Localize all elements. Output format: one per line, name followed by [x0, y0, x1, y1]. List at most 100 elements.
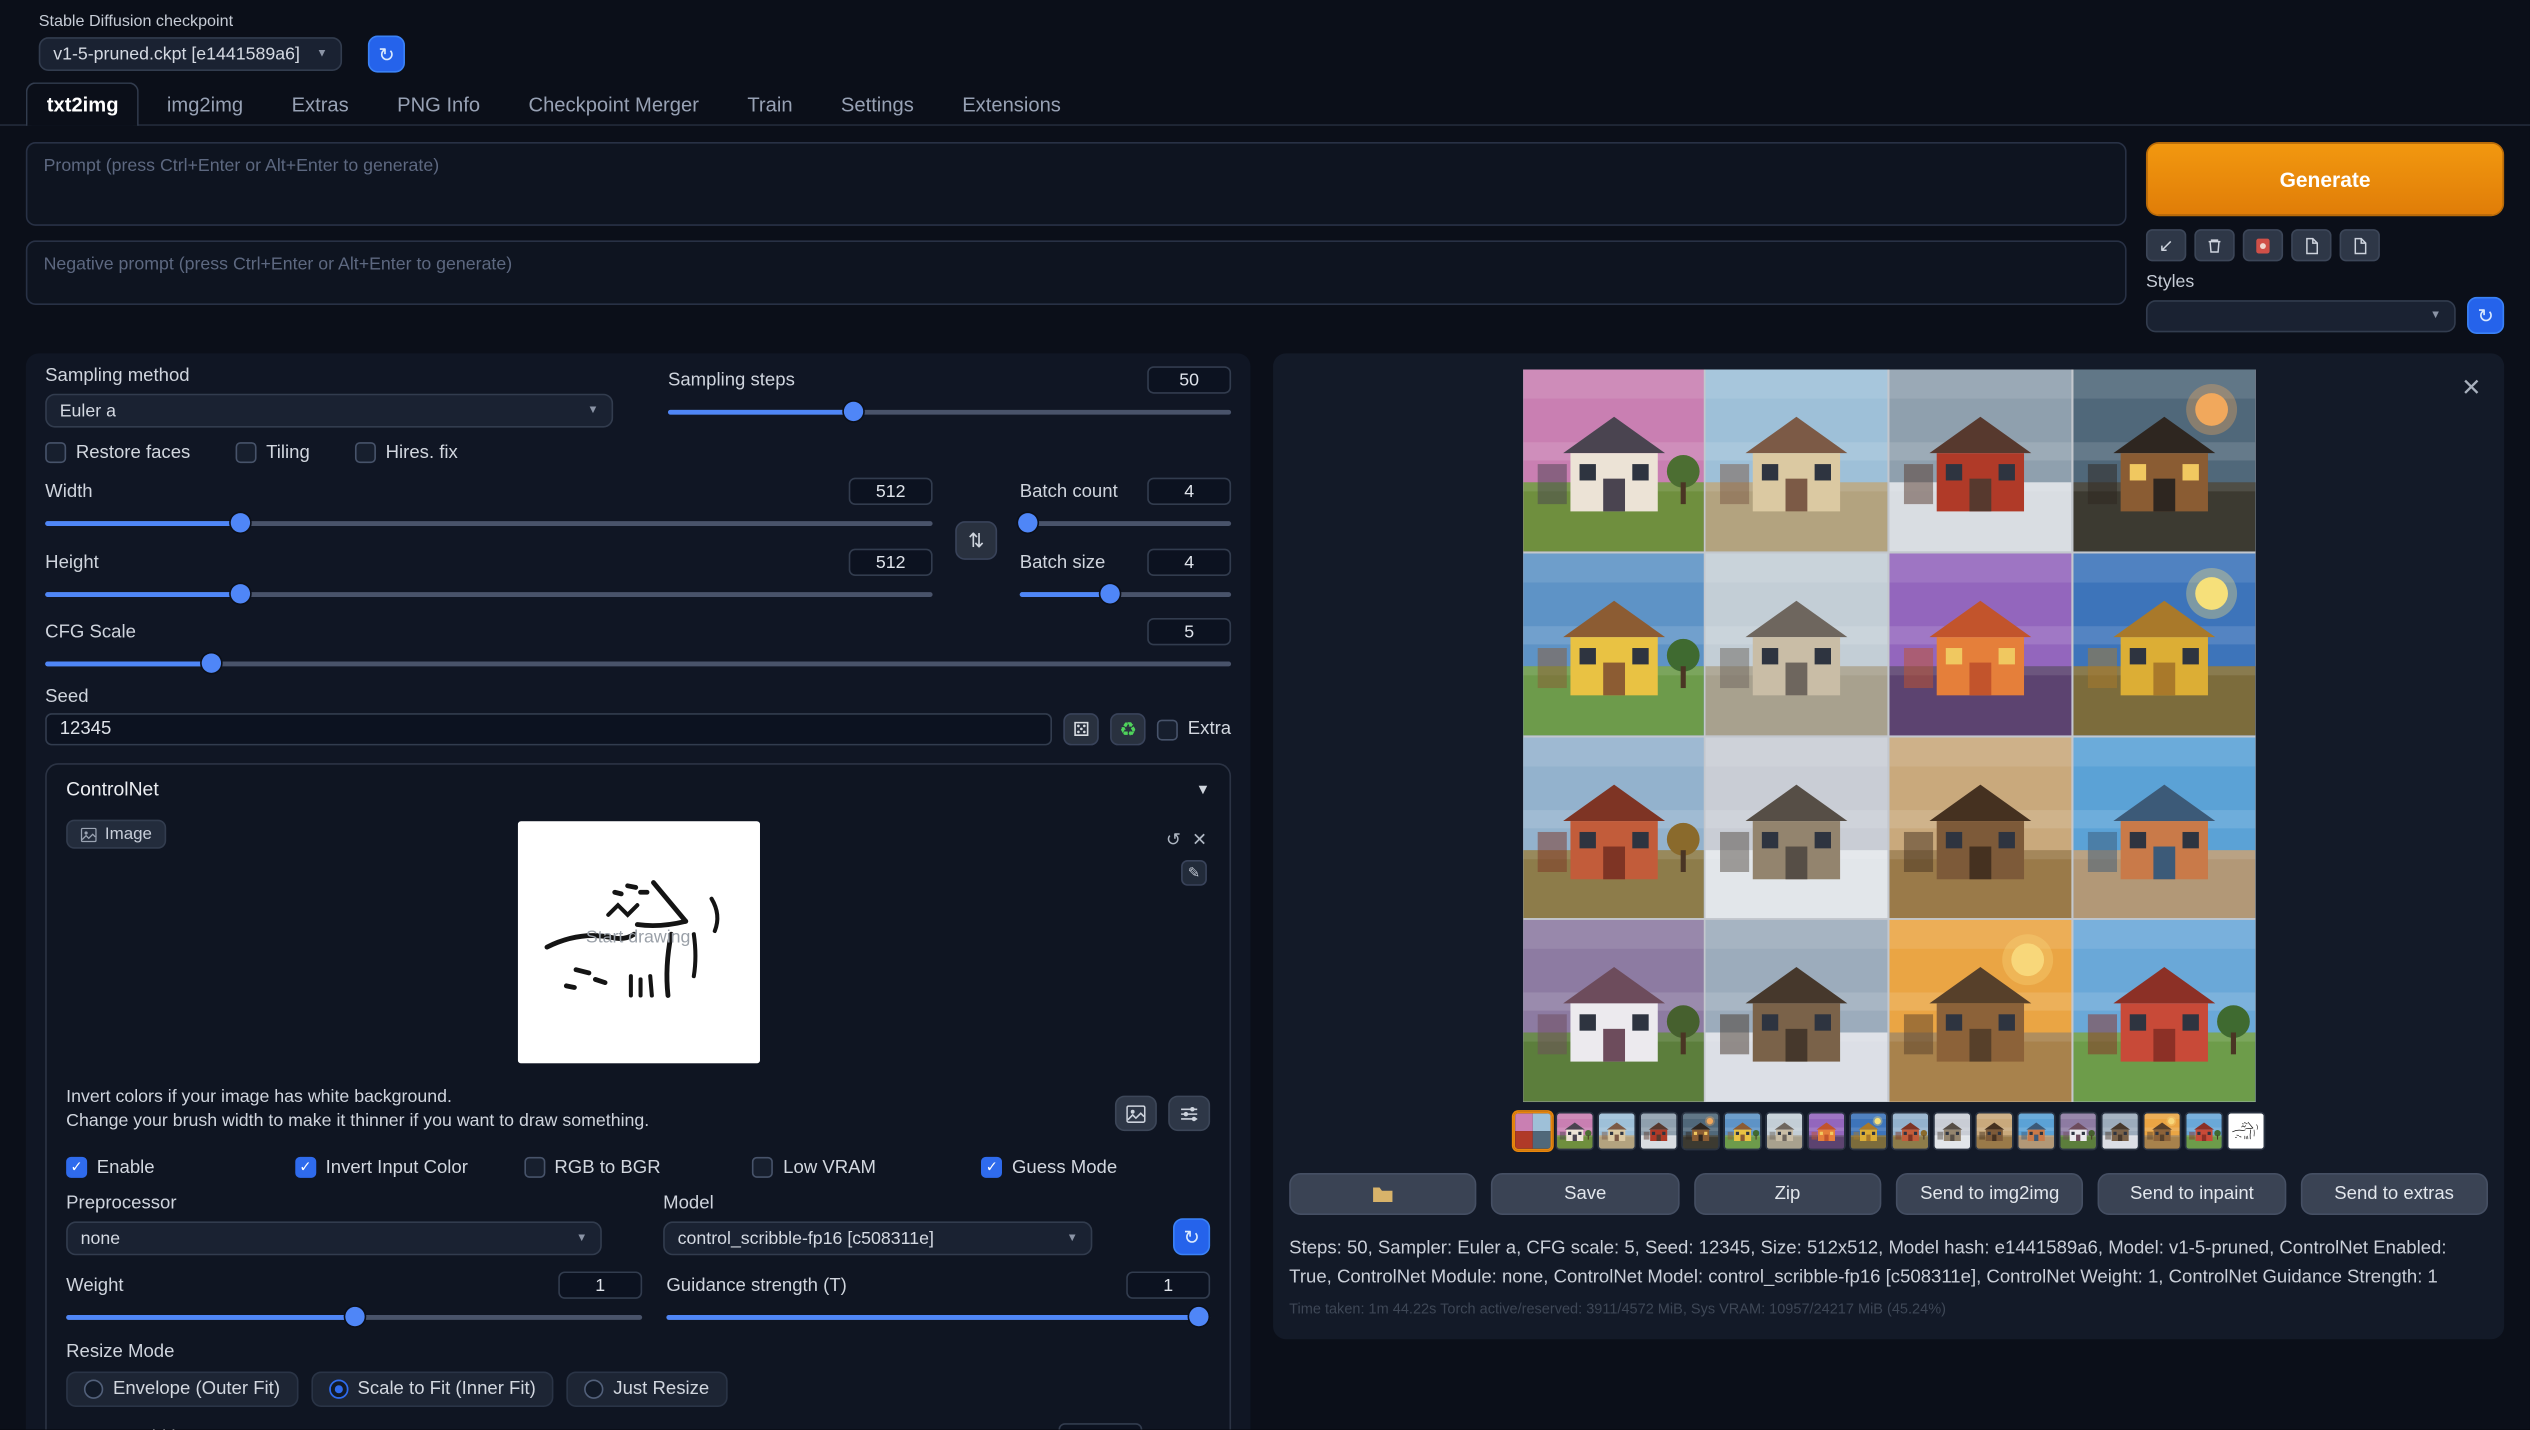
- save-button[interactable]: Save: [1491, 1173, 1679, 1215]
- width-slider[interactable]: [45, 513, 932, 532]
- open-folder-button[interactable]: [1289, 1173, 1477, 1215]
- thumbnail-1[interactable]: [1555, 1112, 1594, 1151]
- checkpoint-select[interactable]: v1-5-pruned.ckpt [e1441589a6] ▼: [39, 37, 342, 71]
- batch-size-value[interactable]: [1147, 549, 1231, 576]
- extra-networks-button[interactable]: [2243, 229, 2283, 261]
- batch-size-slider[interactable]: [1020, 584, 1231, 603]
- result-image-3-red-barn-snow[interactable]: [1889, 369, 2071, 551]
- seed-input[interactable]: [45, 713, 1052, 745]
- guidance-slider[interactable]: [666, 1307, 1210, 1326]
- result-image-11-rustic-brown[interactable]: [1889, 737, 2071, 919]
- radio-dot[interactable]: [84, 1380, 103, 1399]
- tab-png-info[interactable]: PNG Info: [376, 82, 501, 126]
- checkbox-box[interactable]: [753, 1157, 774, 1178]
- result-image-4-sunset-dark-houses[interactable]: [2073, 369, 2255, 551]
- result-image-8-gold-street-sun[interactable]: [2073, 553, 2255, 735]
- tab-img2img[interactable]: img2img: [146, 82, 264, 126]
- canvas-width-value[interactable]: [1058, 1423, 1142, 1429]
- resize-option-envelope-outer-fit-[interactable]: Envelope (Outer Fit): [66, 1371, 298, 1406]
- checkbox-tiling[interactable]: Tiling: [235, 442, 309, 463]
- canvas-clear-button[interactable]: ✕: [1192, 829, 1207, 850]
- thumbnail-14[interactable]: [2100, 1112, 2139, 1151]
- result-image-14-mountain-cabin[interactable]: [1706, 920, 1888, 1102]
- zip-button[interactable]: Zip: [1694, 1173, 1882, 1215]
- resize-option-just-resize[interactable]: Just Resize: [567, 1371, 727, 1406]
- cfg-scale-slider[interactable]: [45, 653, 1231, 672]
- thumbnail-12[interactable]: [2016, 1112, 2055, 1151]
- checkbox-box[interactable]: [524, 1157, 545, 1178]
- result-image-6-pale-cottage[interactable]: [1706, 553, 1888, 735]
- checkbox-rgb-to-bgr[interactable]: RGB to BGR: [524, 1157, 753, 1178]
- height-slider[interactable]: [45, 584, 932, 603]
- thumbnail-9[interactable]: [1890, 1112, 1929, 1151]
- guidance-value[interactable]: [1126, 1271, 1210, 1298]
- result-image-7-purple-orange-village[interactable]: [1889, 553, 2071, 735]
- weight-slider[interactable]: [66, 1307, 642, 1326]
- result-image-10-snowy-street[interactable]: [1706, 737, 1888, 919]
- controlnet-accordion-header[interactable]: ControlNet ▼: [66, 778, 1210, 801]
- thumbnail-11[interactable]: [1974, 1112, 2013, 1151]
- thumbnail-6[interactable]: [1764, 1112, 1803, 1151]
- checkbox-restore-faces[interactable]: Restore faces: [45, 442, 190, 463]
- thumbnail-grid[interactable]: [1513, 1112, 1552, 1151]
- thumbnail-5[interactable]: [1722, 1112, 1761, 1151]
- apply-style-button[interactable]: [2340, 229, 2380, 261]
- paste-params-button[interactable]: ↙: [2146, 229, 2186, 261]
- result-image-16-red-house-meadow[interactable]: [2073, 920, 2255, 1102]
- tab-settings[interactable]: Settings: [820, 82, 935, 126]
- radio-dot[interactable]: [584, 1380, 603, 1399]
- tab-extensions[interactable]: Extensions: [941, 82, 1082, 126]
- checkpoint-refresh-button[interactable]: ↻: [368, 35, 405, 72]
- controlnet-canvas[interactable]: Start drawing: [517, 821, 759, 1063]
- send-to-extras-button[interactable]: Send to extras: [2300, 1173, 2488, 1215]
- result-image-15-sunset-barn[interactable]: [1889, 920, 2071, 1102]
- result-image-9-autumn-red-roofs[interactable]: [1522, 737, 1704, 919]
- resize-option-scale-to-fit-inner-fit-[interactable]: Scale to Fit (Inner Fit): [311, 1371, 554, 1406]
- width-value[interactable]: [849, 478, 933, 505]
- tab-train[interactable]: Train: [726, 82, 813, 126]
- styles-select[interactable]: ▼: [2146, 299, 2456, 331]
- radio-dot[interactable]: [328, 1380, 347, 1399]
- brush-settings-button[interactable]: [1168, 1096, 1210, 1131]
- generate-button[interactable]: Generate: [2146, 142, 2504, 216]
- thumbnail-10[interactable]: [1932, 1112, 1971, 1151]
- thumbnail-8[interactable]: [1848, 1112, 1887, 1151]
- batch-count-value[interactable]: [1147, 478, 1231, 505]
- checkbox-enable[interactable]: ✓Enable: [66, 1157, 295, 1178]
- checkbox-hires-fix[interactable]: Hires. fix: [355, 442, 458, 463]
- controlnet-model-select[interactable]: control_scribble-fp16 [c508311e] ▼: [663, 1221, 1092, 1255]
- thumbnail-16[interactable]: [2184, 1112, 2223, 1151]
- thumbnail-7[interactable]: [1806, 1112, 1845, 1151]
- result-image-12-colorful-lane[interactable]: [2073, 737, 2255, 919]
- tab-txt2img[interactable]: txt2img: [26, 82, 140, 126]
- checkbox-invert-input-color[interactable]: ✓Invert Input Color: [295, 1157, 524, 1178]
- save-style-button[interactable]: [2291, 229, 2331, 261]
- checkbox-box[interactable]: [235, 442, 256, 463]
- reuse-seed-button[interactable]: ♻: [1110, 713, 1145, 745]
- sampling-method-select[interactable]: Euler a ▼: [45, 394, 613, 428]
- checkbox-box[interactable]: ✓: [66, 1157, 87, 1178]
- send-to-inpaint-button[interactable]: Send to inpaint: [2098, 1173, 2286, 1215]
- checkbox-box[interactable]: [45, 442, 66, 463]
- thumbnail-4[interactable]: [1680, 1112, 1719, 1151]
- sampling-steps-slider[interactable]: [668, 402, 1231, 421]
- prompt-input[interactable]: [26, 142, 2127, 226]
- clear-prompt-button[interactable]: [2194, 229, 2234, 261]
- swap-dimensions-button[interactable]: ⇅: [955, 521, 997, 560]
- result-image-1-village-pink-sky[interactable]: [1522, 369, 1704, 551]
- preprocessor-select[interactable]: none ▼: [66, 1221, 602, 1255]
- thumbnail-controlnet-map[interactable]: [2226, 1112, 2265, 1151]
- gallery-close-button[interactable]: ✕: [2461, 376, 2481, 400]
- checkbox-box[interactable]: [355, 442, 376, 463]
- canvas-brush-button[interactable]: ✎: [1181, 860, 1207, 886]
- thumbnail-15[interactable]: [2142, 1112, 2181, 1151]
- result-image-13-white-house-field[interactable]: [1522, 920, 1704, 1102]
- checkbox-low-vram[interactable]: Low VRAM: [753, 1157, 982, 1178]
- checkbox-extra[interactable]: Extra: [1157, 719, 1231, 740]
- tab-extras[interactable]: Extras: [271, 82, 370, 126]
- result-image-5-yellow-house[interactable]: [1522, 553, 1704, 735]
- weight-value[interactable]: [558, 1271, 642, 1298]
- random-seed-button[interactable]: ⚄: [1064, 713, 1099, 745]
- styles-refresh-button[interactable]: ↻: [2467, 297, 2504, 334]
- checkbox-box[interactable]: ✓: [981, 1157, 1002, 1178]
